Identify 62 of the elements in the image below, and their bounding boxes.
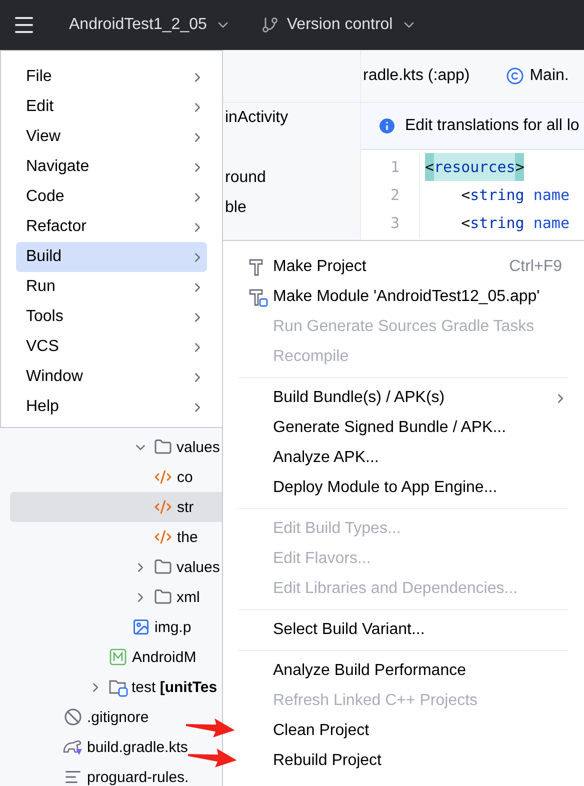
- image-icon: [132, 618, 150, 636]
- menu-item[interactable]: View: [16, 122, 207, 152]
- code-line: <string name: [460, 185, 570, 206]
- banner-text: Edit translations for all lo: [405, 117, 580, 135]
- code-line: <string name: [460, 213, 570, 234]
- file-name: str: [177, 498, 194, 516]
- ban-icon: [64, 708, 82, 726]
- menu-item[interactable]: Edit: [16, 92, 207, 122]
- folder-icon: [154, 588, 172, 606]
- pointer-arrow: [186, 718, 235, 738]
- file-name: AndroidM: [132, 648, 196, 666]
- text-file-icon: [64, 768, 82, 786]
- file-name: values: [176, 558, 220, 576]
- code-icon: [154, 468, 172, 486]
- menu-item[interactable]: Tools: [16, 302, 207, 332]
- file-name: inActivity: [225, 109, 288, 127]
- file-name: test [unitTes: [132, 678, 218, 696]
- project-selector[interactable]: AndroidTest1_2_05: [59, 0, 241, 50]
- menu-item[interactable]: Run: [16, 272, 207, 302]
- menu-item[interactable]: Refactor: [16, 212, 207, 242]
- file-name: build.gradle.kts: [87, 738, 188, 756]
- folder-icon: [154, 438, 172, 456]
- menu-item[interactable]: Generate Signed Bundle / APK...: [238, 413, 568, 443]
- file-name: round: [225, 169, 266, 187]
- version-control-selector[interactable]: Version control: [250, 0, 427, 50]
- pointer-arrow: [188, 748, 237, 768]
- folder-icon: [154, 558, 172, 576]
- menu-item[interactable]: Build: [16, 242, 207, 272]
- code-icon: [154, 528, 172, 546]
- menu-item[interactable]: Window: [16, 362, 207, 392]
- menu-item[interactable]: Analyze Build Performance: [238, 656, 568, 686]
- file-name: ble: [225, 199, 246, 217]
- editor-tab[interactable]: Main.: [506, 67, 569, 85]
- menu-item[interactable]: Rebuild Project: [238, 746, 568, 776]
- file-name: .gitignore: [87, 708, 149, 726]
- file-name: xml: [176, 588, 200, 606]
- menu-item[interactable]: Select Build Variant...: [238, 615, 568, 645]
- branch-icon: [260, 16, 279, 34]
- line-number: 3: [389, 213, 401, 234]
- code-icon: [154, 498, 172, 516]
- line-number: 2: [389, 185, 401, 206]
- manifest-icon: [109, 648, 127, 666]
- menu-item[interactable]: Build Bundle(s) / APK(s): [238, 383, 568, 413]
- menu-item[interactable]: Navigate: [16, 152, 207, 182]
- file-name: the: [177, 528, 198, 546]
- editor-tab[interactable]: radle.kts (:app): [363, 67, 470, 85]
- class-icon: [506, 67, 524, 85]
- menu-item[interactable]: Code: [16, 182, 207, 212]
- info-icon: [377, 116, 397, 136]
- hammer-module-icon: [247, 287, 269, 307]
- menu-item[interactable]: Clean Project: [238, 716, 568, 746]
- menu-item[interactable]: File: [16, 62, 207, 92]
- file-name: values: [176, 438, 220, 456]
- menu-item[interactable]: Make Module 'AndroidTest12_05.app': [238, 282, 568, 312]
- line-number: 1: [389, 157, 401, 178]
- menu-item[interactable]: VCS: [16, 332, 207, 362]
- menu-item[interactable]: Analyze APK...: [238, 443, 568, 473]
- menu-item[interactable]: Make Project Ctrl+F9: [238, 252, 568, 282]
- file-name: co: [177, 468, 193, 486]
- file-name: img.p: [154, 618, 192, 636]
- menu-item[interactable]: Help: [16, 392, 207, 422]
- file-name: proguard-rules.: [87, 768, 189, 786]
